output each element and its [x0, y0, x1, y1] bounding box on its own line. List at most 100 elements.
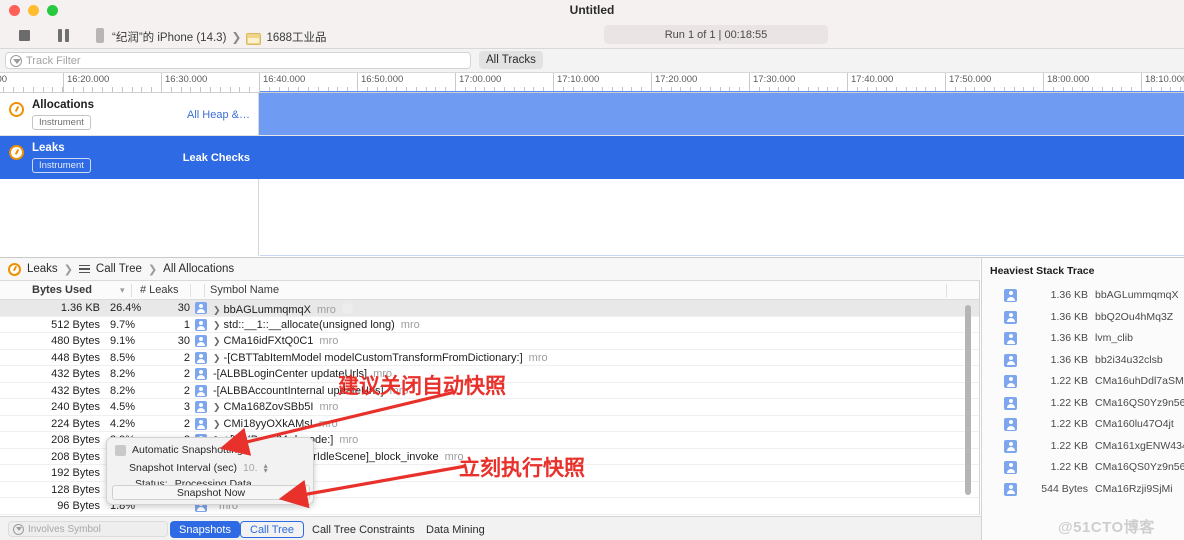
- stack-trace-symbol: CMa16QS0Yz9n56: [1095, 396, 1184, 409]
- table-row[interactable]: 480 Bytes 9.1% 30 ❯ CMa16idFXtQ0C1 mro: [0, 333, 979, 350]
- table-scrollbar[interactable]: [965, 305, 971, 495]
- target-label[interactable]: 1688工业品: [266, 29, 326, 45]
- column-header-symbol-name[interactable]: Symbol Name: [210, 284, 279, 296]
- ruler-tick-minor: [151, 87, 153, 92]
- stop-icon[interactable]: [19, 30, 30, 41]
- involves-symbol-input[interactable]: Involves Symbol: [8, 521, 168, 537]
- jump-bar-instrument[interactable]: Leaks: [27, 263, 58, 275]
- folder-icon: [246, 33, 262, 45]
- track-row-leaks[interactable]: Leaks Instrument Leak Checks: [0, 136, 1184, 179]
- tab-snapshots[interactable]: Snapshots: [170, 521, 240, 538]
- automatic-snapshotting-checkbox[interactable]: [115, 444, 126, 456]
- instrument-badge-icon: [9, 102, 24, 117]
- cell-bytes-used: 128 Bytes: [51, 483, 100, 496]
- timeline-ruler[interactable]: 10.00016:20.00016:30.00016:40.00016:50.0…: [0, 73, 1184, 93]
- user-code-icon: [1004, 289, 1017, 302]
- cell-symbol-name[interactable]: ❯ CMi18yyOXkAMsI mro: [213, 418, 338, 430]
- ruler-tick-minor: [3, 87, 5, 92]
- heaviest-stack-trace-panel: Heaviest Stack Trace 1.36 KB bbAGLummqmqX…: [981, 258, 1184, 540]
- leaks-instrument-icon: [8, 262, 21, 276]
- bottom-bar: Involves Symbol Snapshots Call Tree Call…: [0, 516, 981, 540]
- user-code-icon: [1004, 332, 1017, 345]
- track-lane-allocations[interactable]: [259, 93, 1184, 136]
- stack-trace-row[interactable]: 1.36 KB bb2i34u32clsb: [982, 350, 1184, 372]
- tab-call-tree-constraints[interactable]: Call Tree Constraints: [303, 521, 424, 538]
- tab-data-mining[interactable]: Data Mining: [417, 521, 494, 538]
- list-icon: [78, 264, 90, 274]
- cell-percent: 9.7%: [110, 318, 136, 331]
- cell-num-leaks: 1: [183, 318, 190, 331]
- ruler-tick-minor: [141, 87, 143, 92]
- cell-symbol-name[interactable]: ❯ -[CBTTabItemModel modelCustomTransformF…: [213, 352, 548, 364]
- track-detail-label[interactable]: All Heap &…: [187, 109, 250, 121]
- track-row-allocations[interactable]: Allocations Instrument All Heap &…: [0, 93, 1184, 136]
- stack-trace-row[interactable]: 1.36 KB bbAGLummqmqX: [982, 285, 1184, 307]
- stack-trace-size: 1.36 KB: [1050, 353, 1088, 366]
- jump-bar-view[interactable]: Call Tree: [96, 263, 142, 275]
- stack-trace-row[interactable]: 1.22 KB CMa161xgENW434: [982, 436, 1184, 458]
- table-row[interactable]: 1.36 KB 26.4% 30 ❯ bbAGLummqmqX mro: [0, 300, 979, 317]
- stack-trace-row[interactable]: 1.36 KB lvm_clib: [982, 328, 1184, 350]
- stack-trace-row[interactable]: 544 Bytes CMa16Rzji9SjMi: [982, 479, 1184, 501]
- disclosure-triangle-icon[interactable]: ❯: [213, 353, 221, 363]
- device-label[interactable]: “纪润”的 iPhone (14.3): [112, 29, 226, 45]
- table-row[interactable]: 512 Bytes 9.7% 1 ❯ std::__1::__allocate(unsi…: [0, 317, 979, 333]
- module-label: mro: [319, 401, 339, 413]
- stack-trace-row[interactable]: 1.22 KB CMa16QS0Yz9n56: [982, 393, 1184, 415]
- tab-call-tree[interactable]: Call Tree: [240, 521, 305, 538]
- track-lane-leaks[interactable]: [259, 136, 1184, 179]
- table-row[interactable]: 448 Bytes 8.5% 2 ❯ -[CBTTabItemModel modelCu…: [0, 350, 979, 366]
- snapshot-interval-stepper[interactable]: ▴ ▾: [264, 462, 268, 475]
- cell-symbol-name[interactable]: ❯ CMa16idFXtQ0C1 mro: [213, 335, 338, 347]
- module-label: mro: [528, 351, 548, 364]
- column-divider: [190, 284, 191, 297]
- cell-symbol-name[interactable]: ❯ CMa168ZovSBb5I mro: [213, 401, 338, 413]
- disclosure-triangle-icon[interactable]: ❯: [213, 402, 221, 412]
- jump-bar-scope[interactable]: All Allocations: [163, 263, 234, 275]
- disclosure-triangle-icon[interactable]: ❯: [213, 305, 221, 315]
- snapshot-now-button[interactable]: Snapshot Now: [112, 485, 310, 500]
- ruler-tick-minor: [229, 87, 231, 92]
- disclosure-triangle-icon[interactable]: ❯: [213, 320, 221, 330]
- stack-trace-row[interactable]: 1.22 KB CMa16QS0Yz9n56: [982, 457, 1184, 479]
- chevron-right-icon: ❯: [63, 263, 73, 276]
- automatic-snapshotting-row[interactable]: Automatic Snapshotting: [115, 444, 243, 456]
- sort-descending-icon[interactable]: ▾: [120, 285, 125, 296]
- stack-trace-symbol: CMa161xgENW434: [1095, 439, 1184, 452]
- track-filter-input[interactable]: Track Filter: [5, 52, 471, 69]
- track-bottom-rule: [260, 255, 1184, 256]
- cell-percent: 4.5%: [110, 401, 136, 413]
- user-code-icon: [195, 335, 207, 347]
- column-header-bytes-used[interactable]: Bytes Used: [32, 284, 92, 296]
- cell-symbol-name[interactable]: ❯ std::__1::__allocate(unsigned long) mro: [213, 319, 420, 331]
- filter-icon: [10, 54, 22, 67]
- symbol-text: std::__1::__allocate(unsigned long): [223, 318, 395, 331]
- cell-percent: 4.2%: [110, 417, 136, 430]
- track-header[interactable]: Leaks Instrument Leak Checks: [0, 136, 259, 179]
- disclosure-triangle-icon[interactable]: ❯: [213, 419, 221, 429]
- cell-percent: 8.2%: [110, 368, 136, 380]
- stack-trace-row[interactable]: 1.36 KB bbQ2Ou4hMq3Z: [982, 307, 1184, 329]
- pause-icon[interactable]: [58, 29, 69, 42]
- cell-num-leaks: 2: [183, 368, 190, 380]
- all-tracks-button[interactable]: All Tracks: [479, 51, 543, 69]
- snapshot-settings-popover: Automatic Snapshotting Snapshot Interval…: [106, 437, 314, 505]
- ruler-tick-minor: [200, 87, 202, 92]
- table-row[interactable]: 224 Bytes 4.2% 2 ❯ CMi18yyOXkAMsI mro: [0, 416, 979, 432]
- table-row[interactable]: 240 Bytes 4.5% 3 ❯ CMa168ZovSBb5I mro: [0, 399, 979, 416]
- stack-trace-row[interactable]: 1.22 KB CMa16uhDdl7aSM: [982, 371, 1184, 393]
- cell-symbol-name[interactable]: ❯ bbAGLummqmqX mro: [213, 302, 353, 316]
- snapshot-interval-value[interactable]: 10.: [243, 462, 258, 474]
- stack-trace-size: 1.22 KB: [1050, 439, 1088, 452]
- stack-trace-row[interactable]: 1.22 KB CMa160lu47O4jt: [982, 414, 1184, 436]
- track-detail-label[interactable]: Leak Checks: [183, 152, 250, 164]
- module-label: mro: [339, 434, 359, 446]
- column-header-num-leaks[interactable]: # Leaks: [140, 284, 179, 296]
- module-label: mro: [316, 304, 336, 316]
- disclosure-triangle-icon[interactable]: ❯: [213, 336, 221, 346]
- user-code-icon: [1004, 375, 1017, 388]
- cell-percent: 9.1%: [110, 335, 136, 347]
- automatic-snapshotting-label: Automatic Snapshotting: [132, 444, 243, 456]
- track-header[interactable]: Allocations Instrument All Heap &…: [0, 93, 259, 136]
- stack-trace-size: 1.36 KB: [1050, 332, 1088, 344]
